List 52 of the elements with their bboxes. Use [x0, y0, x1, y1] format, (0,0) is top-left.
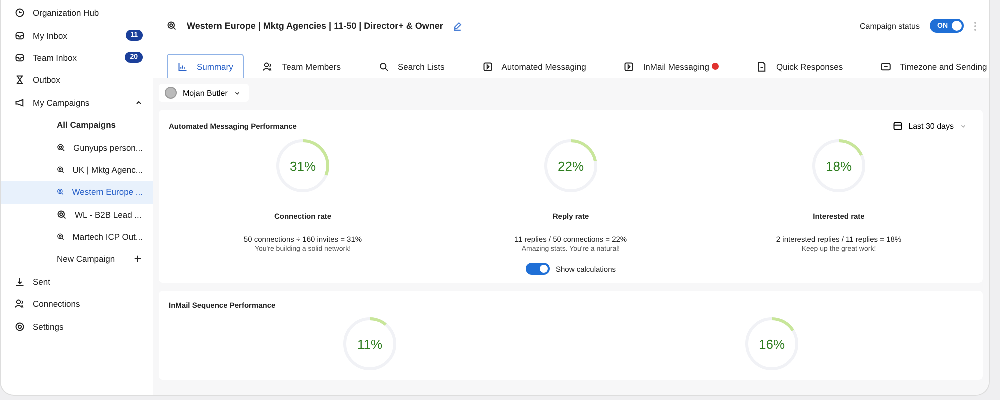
search-campaign-icon — [57, 164, 65, 175]
edit-icon[interactable] — [453, 22, 462, 30]
people-icon — [15, 299, 25, 310]
search-campaign-icon — [167, 21, 177, 31]
chevron-icon — [234, 90, 241, 96]
clock-icon — [15, 8, 25, 18]
search-campaign-icon — [57, 142, 66, 153]
play-square-icon — [624, 62, 634, 72]
sidebar-item[interactable]: Settings — [1, 315, 153, 338]
search-campaign-icon — [57, 187, 64, 198]
rate-value: 22% — [558, 158, 584, 174]
chevron-icon — [135, 98, 143, 107]
sidebar-item[interactable]: New Campaign — [1, 248, 153, 271]
sidebar-item[interactable]: Outbox — [1, 69, 153, 92]
rate-value: 16% — [758, 336, 786, 352]
people-icon — [263, 62, 274, 72]
chart-icon — [178, 62, 188, 72]
search-campaign-icon — [57, 210, 67, 220]
hourglass-icon — [15, 75, 25, 86]
chevron-icon — [960, 122, 967, 130]
search-icon — [378, 62, 389, 72]
tab[interactable]: Summary — [167, 54, 244, 78]
megaphone-icon — [15, 98, 25, 108]
sidebar-item[interactable]: WL - B2B Lead ... — [1, 204, 153, 226]
sidebar-item[interactable]: Gunyups person... — [1, 136, 153, 159]
sidebar-item[interactable]: Organization Hub — [1, 2, 153, 24]
tray-arrow-icon — [15, 276, 25, 287]
sidebar-item[interactable]: Connections — [1, 293, 153, 316]
status-label: Campaign status — [860, 22, 920, 30]
sidebar-item[interactable]: Martech ICP Out... — [1, 226, 153, 248]
sidebar-item[interactable]: My Campaigns — [1, 92, 153, 114]
search-campaign-icon — [57, 232, 65, 242]
settings-icon — [15, 322, 25, 332]
calculations-toggle[interactable] — [526, 263, 550, 275]
inbox-icon — [15, 52, 25, 63]
sidebar-item[interactable]: Western Europe ... — [1, 181, 153, 204]
play-square-icon — [482, 62, 493, 72]
sidebar-item[interactable]: Sent — [1, 270, 153, 294]
rate-value: 18% — [826, 158, 852, 174]
rate-value: 31% — [290, 158, 316, 174]
campaign-title: Western Europe | Mktg Agencies | 11-50 | Director+ & Owner — [187, 21, 444, 31]
sidebar-item[interactable]: All Campaigns — [1, 114, 153, 136]
document-icon — [757, 62, 768, 72]
user-filter[interactable]: Mojan Butler — [159, 84, 249, 102]
screen-icon — [881, 62, 892, 72]
sidebar-item[interactable]: UK | Mktg Agenc... — [1, 158, 153, 182]
avatar-icon — [165, 87, 177, 99]
plus-icon — [133, 254, 143, 264]
rate-value: 11% — [357, 336, 383, 352]
inbox-icon — [15, 30, 25, 41]
calendar-icon — [892, 121, 903, 131]
date-range-select[interactable]: Last 30 days — [886, 120, 973, 132]
